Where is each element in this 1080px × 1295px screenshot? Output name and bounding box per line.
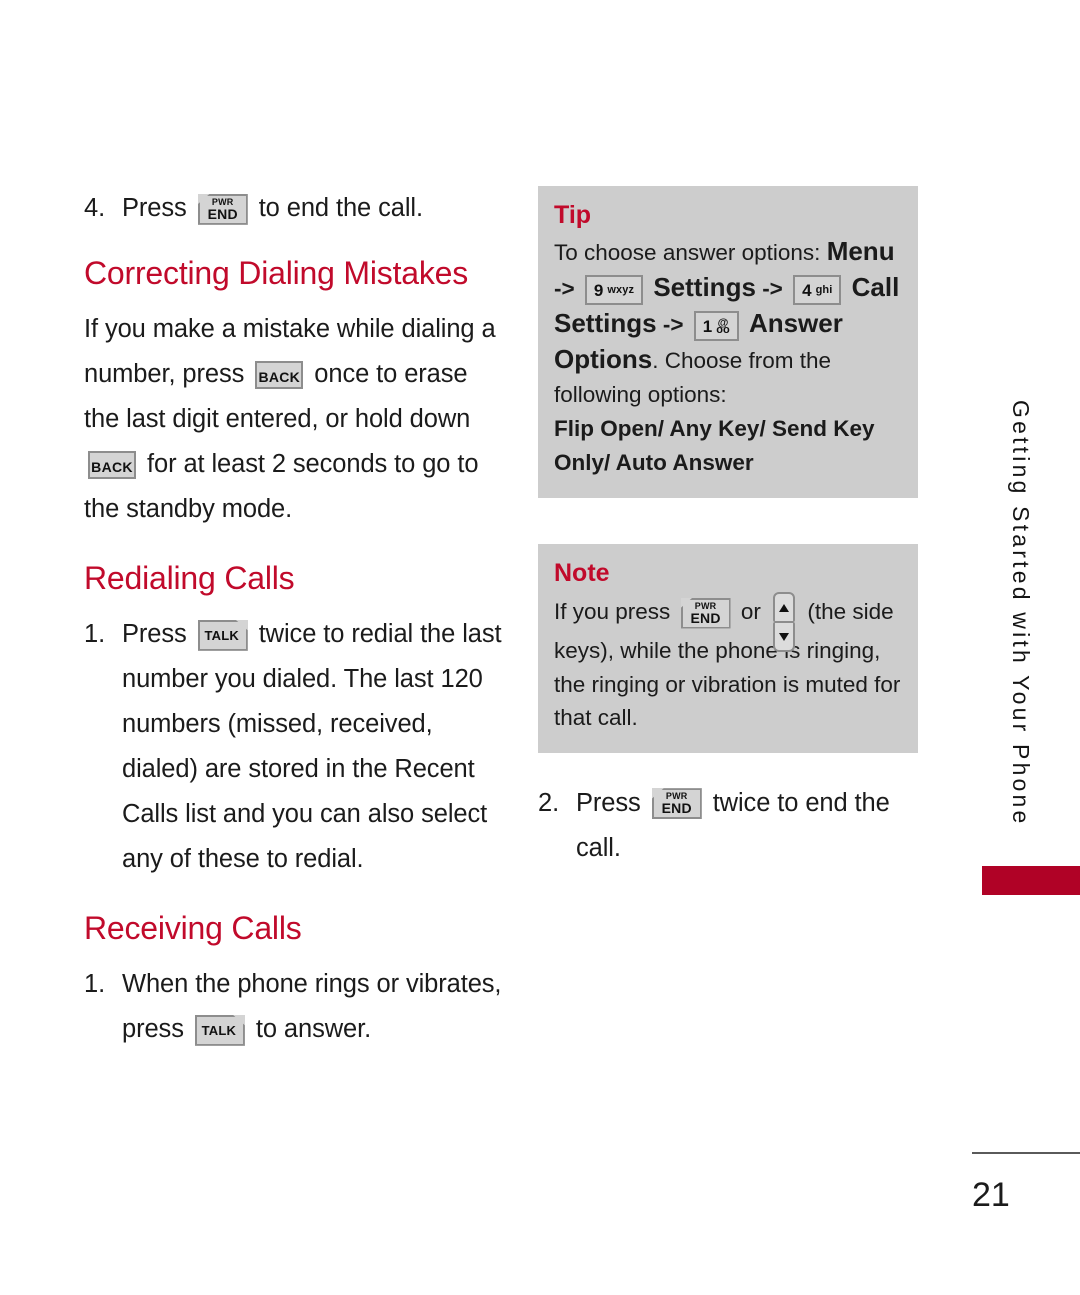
keypad-key-9-letters: wxyz — [607, 283, 635, 296]
note-callout: Note If you press PWR END or (the side k… — [538, 544, 918, 753]
tip-callout: Tip To choose answer options: Menu -> 9 … — [538, 186, 918, 498]
voicemail-icon: @ oo — [716, 317, 730, 336]
pwr-end-key-label: PWR END — [198, 197, 248, 222]
talk-key: TALK — [194, 1014, 245, 1046]
receiving-step-1-number: 1. — [84, 970, 106, 998]
step-2: 2. Press PWR END twice to end the call. — [538, 781, 918, 871]
tip-arrow-2: -> — [762, 276, 783, 301]
step-4-text-after: to end the call. — [258, 194, 423, 222]
heading-redialing-calls: Redialing Calls — [84, 560, 295, 596]
pwr-end-key-label: PWR END — [652, 792, 702, 816]
heading-correcting-dialing-mistakes: Correcting Dialing Mistakes — [84, 255, 469, 291]
step-2-number: 2. — [538, 788, 560, 817]
right-text-column: Tip To choose answer options: Menu -> 9 … — [538, 186, 918, 873]
left-text-column: 4. Press PWR END to end the call. Correc… — [84, 186, 504, 1054]
note-part1: If you press — [554, 598, 671, 624]
tip-call-label: Call — [851, 272, 900, 302]
keypad-key-9-digit: 9 — [593, 280, 604, 300]
talk-key-label: TALK — [204, 627, 239, 643]
step-4-text-before: Press — [122, 194, 187, 222]
redial-step-1-text-after: twice to redial the last number you dial… — [122, 620, 502, 873]
correcting-dialing-paragraph: If you make a mistake while dialing a nu… — [84, 307, 504, 532]
correcting-part3: for at least 2 seconds to go to the stan… — [84, 450, 479, 523]
keypad-key-1-digit: 1 — [702, 316, 713, 336]
pwr-end-key: PWR END — [680, 597, 731, 629]
tip-options-list: Flip Open/ Any Key/ Send Key Only/ Auto … — [554, 416, 875, 475]
side-volume-key — [773, 592, 796, 652]
tip-title: Tip — [554, 201, 592, 229]
pwr-end-key-bottom-label: END — [661, 800, 692, 817]
redial-step-1-number: 1. — [84, 620, 106, 648]
tip-body: To choose answer options: Menu -> 9 wxyz… — [554, 234, 902, 480]
keypad-key-1-oo: oo — [716, 323, 730, 336]
tip-settings-2: Settings — [554, 308, 657, 338]
redial-step-1: 1. Press TALK twice to redial the last n… — [84, 612, 504, 882]
keypad-key-9: 9 wxyz — [584, 275, 644, 306]
keypad-key-4: 4 ghi — [793, 275, 842, 306]
tip-line1: To choose answer options: — [554, 240, 821, 265]
step-2-text-before: Press — [576, 788, 641, 817]
talk-key: TALK — [197, 619, 248, 651]
triangle-up-icon — [779, 603, 790, 612]
tip-menu-label: Menu — [826, 236, 895, 266]
pwr-end-key-label: PWR END — [681, 601, 731, 626]
pwr-end-key: PWR END — [651, 788, 702, 820]
note-body: If you press PWR END or (the side keys),… — [554, 592, 902, 735]
keypad-key-4-digit: 4 — [802, 280, 812, 300]
note-title: Note — [554, 559, 610, 587]
redial-step-1-text-before: Press — [122, 620, 187, 648]
tip-arrow-3: -> — [662, 312, 684, 337]
manual-page: 4. Press PWR END to end the call. Correc… — [0, 0, 1080, 1295]
heading-receiving-calls: Receiving Calls — [84, 910, 302, 946]
receiving-step-1: 1. When the phone rings or vibrates, pre… — [84, 962, 504, 1052]
back-key: BACK — [88, 451, 136, 480]
side-key-up — [773, 592, 796, 622]
chapter-running-head: Getting Started with Your Phone — [1008, 400, 1034, 827]
triangle-down-icon — [779, 632, 790, 641]
side-key-down — [773, 622, 796, 652]
note-part2: or — [740, 598, 761, 624]
receiving-step-1-text-after: to answer. — [255, 1015, 372, 1043]
step-4: 4. Press PWR END to end the call. — [84, 186, 504, 231]
pwr-end-key-bottom-label: END — [207, 205, 238, 222]
talk-key-label: TALK — [201, 1022, 237, 1038]
footer-divider — [972, 1152, 1080, 1154]
page-number: 21 — [972, 1176, 1010, 1214]
back-key: BACK — [255, 361, 304, 390]
tip-arrow-1: -> — [554, 276, 575, 301]
chapter-tab-marker — [982, 866, 1080, 895]
keypad-key-1: 1 @ oo — [693, 311, 739, 342]
step-4-number: 4. — [84, 194, 106, 222]
pwr-end-key: PWR END — [197, 193, 248, 225]
pwr-end-key-bottom-label: END — [690, 609, 721, 626]
keypad-key-4-letters: ghi — [815, 283, 833, 296]
tip-settings-1: Settings — [653, 272, 756, 302]
